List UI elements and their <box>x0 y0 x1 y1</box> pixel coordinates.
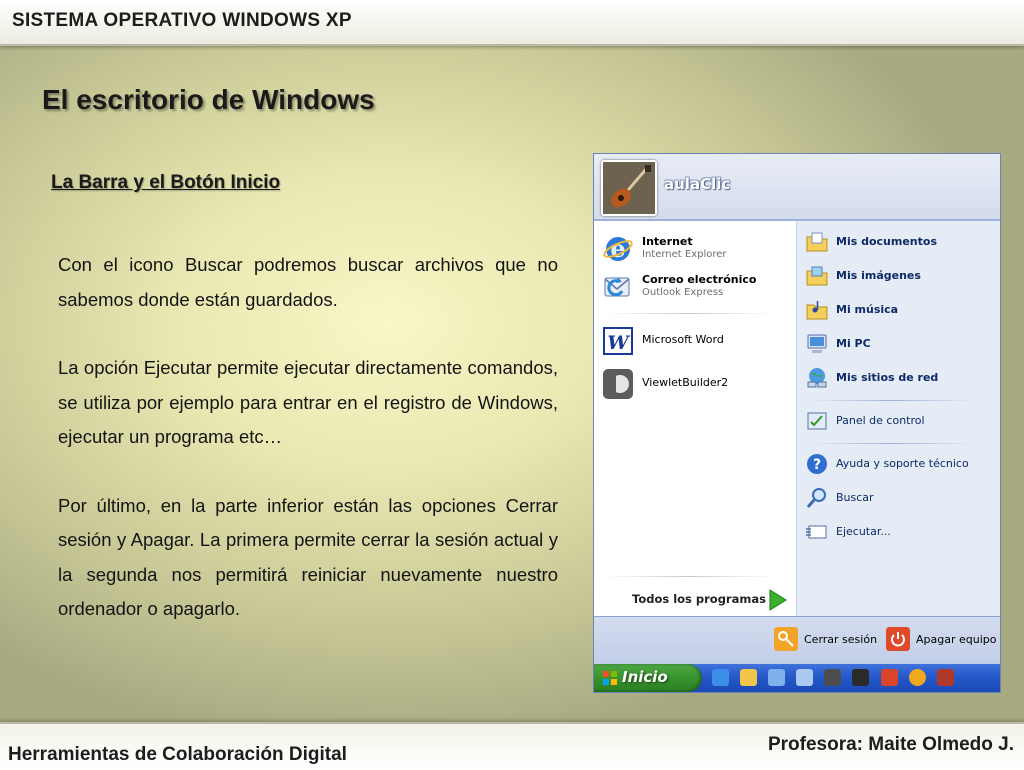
internet-explorer-icon: e <box>603 234 633 263</box>
logoff-label: Cerrar sesión <box>804 633 878 646</box>
search-icon <box>806 488 826 508</box>
power-icon <box>886 627 910 651</box>
menu-help-label: Ayuda y soporte técnico <box>836 457 969 470</box>
all-programs-label: Todos los programas <box>632 592 766 606</box>
svg-text:e: e <box>610 234 625 263</box>
menu-network-places-label: Mis sitios de red <box>836 371 939 384</box>
menu-network-places[interactable]: Mis sitios de red <box>805 364 995 394</box>
header-title: SISTEMA OPERATIVO WINDOWS XP <box>12 10 352 31</box>
control-panel-icon <box>807 412 827 430</box>
user-avatar-guitar-icon[interactable] <box>601 160 657 216</box>
my-pictures-icon <box>806 266 828 286</box>
quick-launch-viewlet-icon[interactable] <box>824 669 842 686</box>
header-bar: SISTEMA OPERATIVO WINDOWS XP <box>0 0 1024 46</box>
shutdown-label: Apagar equipo <box>916 633 997 646</box>
paragraph-logoff-shutdown: Por último, en la parte inferior están l… <box>58 494 558 620</box>
menu-my-music-label: Mi música <box>836 303 899 316</box>
quick-launch-ftp-icon[interactable] <box>852 669 870 686</box>
recent-word-label: Microsoft Word <box>642 333 724 346</box>
svg-text:?: ? <box>813 457 821 473</box>
slide-body: Con el icono Buscar podremos buscar arch… <box>58 248 558 661</box>
menu-run-label: Ejecutar... <box>836 525 891 538</box>
start-menu-header: aulaClic <box>594 154 1000 221</box>
footer-bar: Herramientas de Colaboración Digital Pro… <box>0 722 1024 770</box>
username: aulaClic <box>664 175 731 193</box>
pinned-email-title: Correo electrónico <box>642 273 757 286</box>
slide-heading: El escritorio de Windows <box>42 84 375 115</box>
start-button[interactable]: Inicio <box>594 664 702 692</box>
menu-my-computer[interactable]: Mi PC <box>805 330 995 360</box>
pinned-email-subtitle: Outlook Express <box>642 287 724 298</box>
menu-my-pictures[interactable]: Mis imágenes <box>805 262 995 292</box>
footer-teacher: Profesora: Maite Olmedo J. <box>767 734 1014 755</box>
pinned-internet[interactable]: e Internet Internet Explorer <box>602 231 792 269</box>
help-icon: ? <box>807 454 827 474</box>
run-icon <box>806 525 827 539</box>
menu-run[interactable]: Ejecutar... <box>805 518 995 548</box>
pinned-email[interactable]: Correo electrónico Outlook Express <box>602 269 792 307</box>
menu-search-label: Buscar <box>836 491 874 504</box>
start-menu-left-column: e Internet Internet Explorer Correo elec… <box>594 221 796 616</box>
network-places-icon <box>807 368 827 388</box>
outlook-express-icon <box>604 277 630 297</box>
quick-launch-media-icon[interactable] <box>908 669 926 686</box>
my-computer-icon <box>807 334 827 353</box>
quick-launch-ie-icon[interactable] <box>712 669 729 686</box>
shutdown-button[interactable]: Apagar equipo <box>886 627 996 653</box>
start-menu-right-column: Mis documentos Mis imágenes Mi música Mi… <box>796 221 1000 616</box>
menu-my-computer-label: Mi PC <box>836 337 871 350</box>
viewletbuilder-icon <box>603 369 633 399</box>
menu-my-pictures-label: Mis imágenes <box>836 269 921 282</box>
my-documents-icon <box>806 232 828 252</box>
windows-flag-icon <box>603 671 617 685</box>
menu-control-panel-label: Panel de control <box>836 414 925 427</box>
menu-my-documents-label: Mis documentos <box>836 235 937 248</box>
menu-search[interactable]: Buscar <box>805 484 995 514</box>
paragraph-search: Con el icono Buscar podremos buscar arch… <box>58 254 558 310</box>
microsoft-word-icon: W <box>603 327 633 355</box>
quick-launch-paint-icon[interactable] <box>880 669 898 686</box>
taskbar: Inicio <box>594 664 1000 692</box>
recent-word[interactable]: W Microsoft Word <box>602 323 792 361</box>
green-arrow-right-icon <box>769 589 787 611</box>
menu-control-panel[interactable]: Panel de control <box>805 407 995 437</box>
all-programs-button[interactable]: Todos los programas <box>594 584 796 616</box>
logoff-button[interactable]: Cerrar sesión <box>774 627 878 653</box>
key-logoff-icon <box>774 627 798 651</box>
menu-my-documents[interactable]: Mis documentos <box>805 228 995 258</box>
start-menu-footer: Cerrar sesión Apagar equipo <box>594 616 1000 665</box>
menu-my-music[interactable]: Mi música <box>805 296 995 326</box>
start-menu: aulaClic e Internet Internet Explorer Co… <box>593 153 1001 693</box>
paragraph-run: La opción Ejecutar permite ejecutar dire… <box>58 357 558 447</box>
quick-launch-outlook-icon[interactable] <box>768 669 786 686</box>
pinned-internet-title: Internet <box>642 235 693 248</box>
quick-launch-folder-icon[interactable] <box>740 669 758 686</box>
recent-viewletbuilder-label: ViewletBuilder2 <box>642 376 729 389</box>
right-separator-1 <box>807 400 977 401</box>
pinned-separator <box>604 313 774 314</box>
right-separator-2 <box>807 443 977 444</box>
quick-launch-app-icon[interactable] <box>936 669 954 686</box>
menu-help[interactable]: ? Ayuda y soporte técnico <box>805 450 995 480</box>
quick-launch-settings-icon[interactable] <box>796 669 814 686</box>
all-programs-separator <box>604 576 774 577</box>
slide-subheading: La Barra y el Botón Inicio <box>51 172 281 193</box>
svg-text:W: W <box>607 332 630 354</box>
start-button-label: Inicio <box>622 668 668 686</box>
recent-viewletbuilder[interactable]: ViewletBuilder2 <box>602 366 792 404</box>
my-music-icon <box>806 301 828 320</box>
quick-launch <box>712 669 960 687</box>
footer-course-title: Herramientas de Colaboración Digital <box>8 744 347 765</box>
pinned-internet-subtitle: Internet Explorer <box>642 249 727 260</box>
